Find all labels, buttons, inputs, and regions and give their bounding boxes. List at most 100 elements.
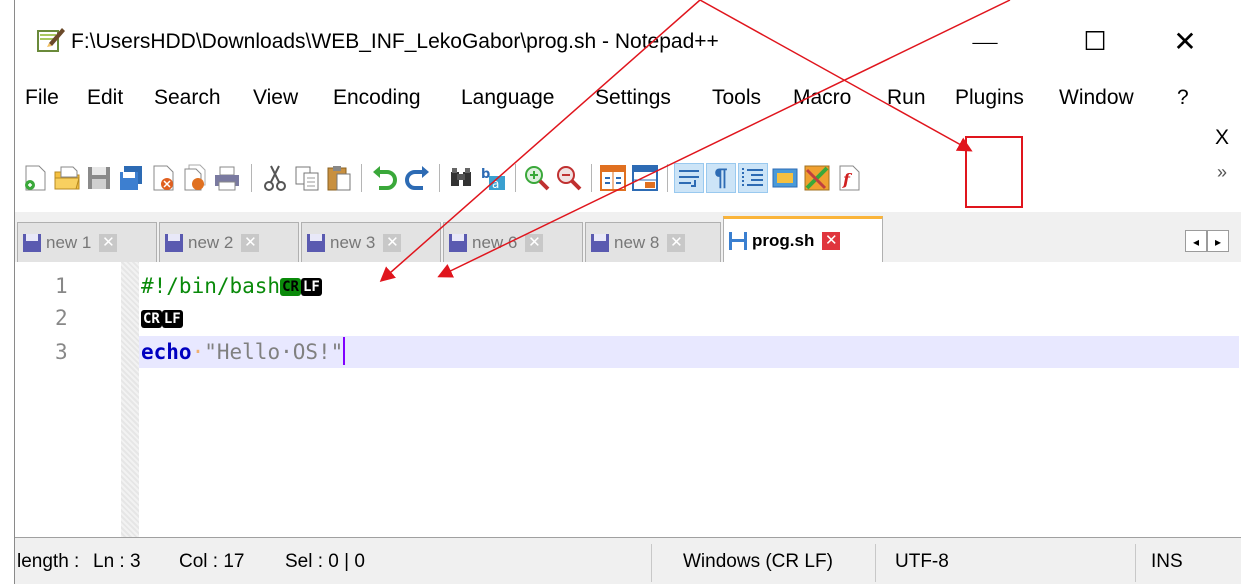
menu-encoding[interactable]: Encoding — [333, 86, 421, 110]
tab-close-icon[interactable]: ✕ — [383, 233, 402, 252]
code-text[interactable]: echo·"Hello·OS!" — [141, 336, 346, 368]
string-literal: "Hello·OS!" — [204, 340, 344, 364]
indent-guide-icon[interactable] — [738, 163, 768, 193]
notepadpp-app-icon — [37, 28, 65, 52]
menu-edit[interactable]: Edit — [87, 86, 123, 110]
maximize-button[interactable]: ☐ — [1065, 20, 1125, 64]
status-column: Col : 17 — [179, 551, 245, 572]
tab-scroll-left-button[interactable]: ◂ — [1185, 230, 1207, 252]
code-text[interactable]: #!/bin/bash CR LF — [141, 270, 322, 302]
tab-label: prog.sh — [752, 230, 815, 250]
open-file-icon[interactable] — [53, 164, 81, 192]
close-icon[interactable] — [149, 164, 177, 192]
eol-lf-marker: LF — [300, 278, 322, 296]
annotation-highlight-box — [965, 136, 1023, 208]
eol-lf-marker: LF — [161, 310, 183, 328]
menu-settings[interactable]: Settings — [595, 86, 671, 110]
toolbar-separator — [591, 164, 592, 192]
menu-file[interactable]: File — [25, 86, 59, 110]
print-icon[interactable] — [213, 164, 241, 192]
macro-record-icon[interactable]: f — [835, 164, 863, 192]
code-text[interactable]: CR LF — [141, 302, 183, 334]
menu-view[interactable]: View — [253, 86, 298, 110]
toolbar-separator — [667, 164, 668, 192]
menu-run[interactable]: Run — [887, 86, 926, 110]
editor-area[interactable]: 1 #!/bin/bash CR LF 2 CR LF 3 echo·"Hello·O… — [15, 262, 1241, 538]
doc-map-icon[interactable] — [771, 164, 799, 192]
zoom-out-icon[interactable] — [555, 164, 583, 192]
status-insert-mode[interactable]: INS — [1151, 551, 1183, 573]
menu-search[interactable]: Search — [154, 86, 221, 110]
save-icon[interactable] — [85, 164, 113, 192]
replace-icon[interactable]: ba — [479, 164, 507, 192]
tab-close-icon[interactable]: ✕ — [525, 233, 544, 252]
menu-bar: File Edit Search View Encoding Language … — [15, 78, 1241, 116]
zoom-in-icon[interactable] — [523, 164, 551, 192]
unsaved-file-icon — [591, 233, 609, 252]
cut-icon[interactable] — [261, 164, 289, 192]
sync-horizontal-icon[interactable] — [631, 164, 659, 192]
status-separator — [875, 544, 876, 582]
toolbar-separator — [251, 164, 252, 192]
tab-new-3[interactable]: new 3 ✕ — [301, 222, 441, 262]
line-number: 3 — [55, 340, 68, 364]
toolbar-separator — [361, 164, 362, 192]
status-encoding[interactable]: UTF-8 — [895, 551, 949, 573]
menu-window[interactable]: Window — [1059, 86, 1134, 110]
tab-new-1[interactable]: new 1 ✕ — [17, 222, 157, 262]
tab-new-6[interactable]: new 6 ✕ — [443, 222, 583, 262]
status-bar: length : Ln : 3 Col : 17 Sel : 0 | 0 Win… — [15, 538, 1241, 584]
code-line: 3 echo·"Hello·OS!" — [15, 336, 1241, 368]
toolbar-separator — [515, 164, 516, 192]
title-bar: F:\UsersHDD\Downloads\WEB_INF_LekoGabor\… — [15, 0, 1241, 74]
window-title: F:\UsersHDD\Downloads\WEB_INF_LekoGabor\… — [71, 30, 719, 53]
code-line: 2 CR LF — [15, 302, 1241, 334]
word-wrap-icon[interactable] — [674, 163, 704, 193]
sync-vertical-icon[interactable] — [599, 164, 627, 192]
tab-new-8[interactable]: new 8 ✕ — [585, 222, 721, 262]
toolbar-separator — [439, 164, 440, 192]
tab-close-icon[interactable]: ✕ — [667, 233, 686, 252]
redo-icon[interactable] — [403, 164, 431, 192]
menu-macro[interactable]: Macro — [793, 86, 851, 110]
show-all-characters-icon[interactable]: ¶ — [706, 163, 736, 193]
status-eol-format[interactable]: Windows (CR LF) — [683, 551, 833, 573]
menu-help[interactable]: ? — [1177, 86, 1189, 110]
tab-prog-sh[interactable]: prog.sh ✕ — [723, 216, 883, 262]
tab-scroll-right-button[interactable]: ▸ — [1207, 230, 1229, 252]
menu-tools[interactable]: Tools — [712, 86, 761, 110]
new-file-icon[interactable] — [21, 164, 49, 192]
copy-icon[interactable] — [293, 164, 321, 192]
function-list-icon[interactable] — [803, 164, 831, 192]
close-all-icon[interactable] — [181, 164, 209, 192]
eol-cr-marker: CR — [280, 278, 301, 296]
tab-close-icon[interactable]: ✕ — [241, 233, 260, 252]
close-window-button[interactable]: ✕ — [1155, 20, 1215, 64]
eol-cr-marker: CR — [141, 310, 162, 328]
tab-label: new 2 — [188, 232, 234, 252]
save-all-icon[interactable] — [117, 164, 145, 192]
tab-label: new 1 — [46, 232, 92, 252]
tab-close-icon[interactable]: ✕ — [99, 233, 118, 252]
undo-icon[interactable] — [371, 164, 399, 192]
find-icon[interactable] — [447, 164, 475, 192]
tab-close-icon[interactable]: ✕ — [822, 231, 841, 250]
code-line: 1 #!/bin/bash CR LF — [15, 270, 1241, 302]
tab-label: new 6 — [472, 232, 518, 252]
line-number: 1 — [55, 274, 68, 298]
toolbar: ba ¶ f » — [15, 148, 1241, 206]
unsaved-file-icon — [23, 233, 41, 252]
svg-text:b: b — [481, 167, 490, 182]
menu-plugins[interactable]: Plugins — [955, 86, 1024, 110]
minimize-button[interactable]: — — [955, 20, 1015, 64]
tab-new-2[interactable]: new 2 ✕ — [159, 222, 299, 262]
toolbar-more-button[interactable]: » — [1217, 162, 1227, 183]
status-selection: Sel : 0 | 0 — [285, 551, 365, 572]
close-document-button[interactable]: X — [1215, 126, 1229, 150]
status-separator — [651, 544, 652, 582]
shebang-comment: #!/bin/bash — [141, 274, 281, 298]
paste-icon[interactable] — [325, 164, 353, 192]
status-separator — [1135, 544, 1136, 582]
unsaved-file-icon — [165, 233, 183, 252]
menu-language[interactable]: Language — [461, 86, 554, 110]
